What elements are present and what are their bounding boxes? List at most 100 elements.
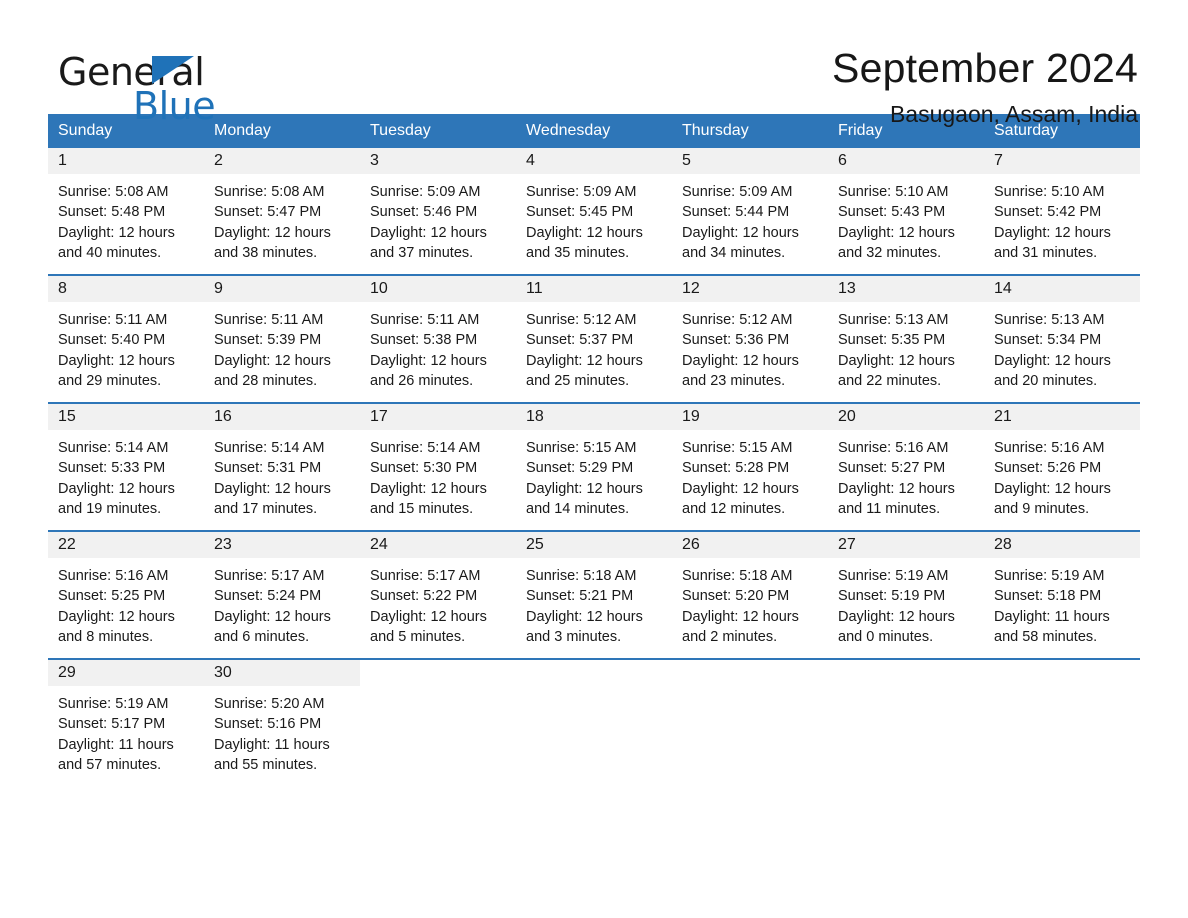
day-number[interactable]: 24 — [360, 532, 516, 558]
day-daylight2-text: and 20 minutes. — [994, 372, 1098, 389]
day-number[interactable]: 2 — [204, 148, 360, 174]
day-daylight2-text: and 32 minutes. — [838, 244, 942, 261]
day-cell[interactable]: Sunrise: 5:13 AM Sunset: 5:34 PM Daylight:… — [984, 302, 1140, 402]
day-sunrise-text: Sunrise: 5:08 AM — [214, 184, 325, 200]
day-number[interactable]: 15 — [48, 404, 204, 430]
day-sunrise-text: Sunrise: 5:19 AM — [58, 696, 169, 712]
day-cell[interactable]: Sunrise: 5:08 AM Sunset: 5:48 PM Daylight:… — [48, 174, 204, 274]
weekday-header-wednesday: Wednesday — [526, 122, 611, 139]
day-number-empty — [516, 660, 672, 686]
weekday-header-friday: Friday — [838, 122, 883, 139]
day-number[interactable]: 11 — [516, 276, 672, 302]
day-daylight1-text: Daylight: 12 hours — [838, 352, 955, 369]
day-cell[interactable]: Sunrise: 5:11 AM Sunset: 5:40 PM Daylight:… — [48, 302, 204, 402]
day-daylight1-text: Daylight: 12 hours — [994, 352, 1111, 369]
day-sunrise-text: Sunrise: 5:18 AM — [682, 568, 793, 584]
day-cell[interactable]: Sunrise: 5:09 AM Sunset: 5:46 PM Daylight:… — [360, 174, 516, 274]
day-cell[interactable]: Sunrise: 5:14 AM Sunset: 5:33 PM Daylight:… — [48, 430, 204, 530]
day-cell[interactable]: Sunrise: 5:19 AM Sunset: 5:18 PM Daylight:… — [984, 558, 1140, 658]
day-number[interactable]: 17 — [360, 404, 516, 430]
day-number-empty — [828, 660, 984, 686]
day-sunset-text: Sunset: 5:42 PM — [994, 204, 1102, 221]
day-sunset-text: Sunset: 5:18 PM — [994, 588, 1102, 605]
day-daylight1-text: Daylight: 12 hours — [994, 224, 1111, 241]
day-cell[interactable]: Sunrise: 5:11 AM Sunset: 5:38 PM Daylight:… — [360, 302, 516, 402]
day-sunset-text: Sunset: 5:45 PM — [526, 204, 634, 221]
day-cell[interactable]: Sunrise: 5:10 AM Sunset: 5:43 PM Daylight:… — [828, 174, 984, 274]
day-number[interactable]: 16 — [204, 404, 360, 430]
day-number[interactable]: 7 — [984, 148, 1140, 174]
day-number[interactable]: 18 — [516, 404, 672, 430]
day-daylight2-text: and 0 minutes. — [838, 628, 934, 645]
day-sunrise-text: Sunrise: 5:19 AM — [838, 568, 949, 584]
day-cell[interactable]: Sunrise: 5:13 AM Sunset: 5:35 PM Daylight:… — [828, 302, 984, 402]
day-daylight1-text: Daylight: 12 hours — [214, 224, 331, 241]
day-number[interactable]: 14 — [984, 276, 1140, 302]
day-sunrise-text: Sunrise: 5:20 AM — [214, 696, 325, 712]
day-cell[interactable]: Sunrise: 5:11 AM Sunset: 5:39 PM Daylight:… — [204, 302, 360, 402]
page-header: General Blue September 2024 Basugaon, As… — [48, 0, 1140, 127]
day-cell[interactable]: Sunrise: 5:16 AM Sunset: 5:25 PM Daylight:… — [48, 558, 204, 658]
day-number[interactable]: 23 — [204, 532, 360, 558]
day-cell[interactable]: Sunrise: 5:12 AM Sunset: 5:36 PM Daylight:… — [672, 302, 828, 402]
day-daylight2-text: and 40 minutes. — [58, 244, 162, 261]
day-number[interactable]: 4 — [516, 148, 672, 174]
day-daylight2-text: and 22 minutes. — [838, 372, 942, 389]
day-number[interactable]: 5 — [672, 148, 828, 174]
day-number-band: 15 16 17 18 19 20 21 — [48, 404, 1140, 430]
day-number[interactable]: 26 — [672, 532, 828, 558]
day-sunset-text: Sunset: 5:37 PM — [526, 332, 634, 349]
day-daylight1-text: Daylight: 12 hours — [58, 352, 175, 369]
day-cell[interactable]: Sunrise: 5:10 AM Sunset: 5:42 PM Daylight:… — [984, 174, 1140, 274]
day-sunrise-text: Sunrise: 5:13 AM — [838, 312, 949, 328]
day-cell[interactable]: Sunrise: 5:09 AM Sunset: 5:45 PM Daylight:… — [516, 174, 672, 274]
day-number[interactable]: 9 — [204, 276, 360, 302]
day-number[interactable]: 30 — [204, 660, 360, 686]
day-daylight2-text: and 31 minutes. — [994, 244, 1098, 261]
day-daylight1-text: Daylight: 12 hours — [838, 224, 955, 241]
day-number[interactable]: 19 — [672, 404, 828, 430]
day-cell[interactable]: Sunrise: 5:20 AM Sunset: 5:16 PM Daylight:… — [204, 686, 360, 786]
day-number[interactable]: 25 — [516, 532, 672, 558]
day-number[interactable]: 1 — [48, 148, 204, 174]
day-cell[interactable]: Sunrise: 5:16 AM Sunset: 5:26 PM Daylight:… — [984, 430, 1140, 530]
day-number[interactable]: 12 — [672, 276, 828, 302]
day-cell[interactable]: Sunrise: 5:09 AM Sunset: 5:44 PM Daylight:… — [672, 174, 828, 274]
day-daylight1-text: Daylight: 12 hours — [526, 480, 643, 497]
day-daylight2-text: and 38 minutes. — [214, 244, 318, 261]
day-number[interactable]: 20 — [828, 404, 984, 430]
day-sunset-text: Sunset: 5:25 PM — [58, 588, 166, 605]
day-cell[interactable]: Sunrise: 5:15 AM Sunset: 5:28 PM Daylight:… — [672, 430, 828, 530]
day-number[interactable]: 27 — [828, 532, 984, 558]
day-number[interactable]: 28 — [984, 532, 1140, 558]
day-number[interactable]: 6 — [828, 148, 984, 174]
day-cell[interactable]: Sunrise: 5:14 AM Sunset: 5:30 PM Daylight:… — [360, 430, 516, 530]
day-sunrise-text: Sunrise: 5:08 AM — [58, 184, 169, 200]
day-cell[interactable]: Sunrise: 5:17 AM Sunset: 5:22 PM Daylight:… — [360, 558, 516, 658]
day-cell[interactable]: Sunrise: 5:19 AM Sunset: 5:19 PM Daylight:… — [828, 558, 984, 658]
day-cell[interactable]: Sunrise: 5:14 AM Sunset: 5:31 PM Daylight:… — [204, 430, 360, 530]
day-number[interactable]: 3 — [360, 148, 516, 174]
day-cell[interactable]: Sunrise: 5:18 AM Sunset: 5:20 PM Daylight:… — [672, 558, 828, 658]
day-detail-row: Sunrise: 5:14 AM Sunset: 5:33 PM Daylight:… — [48, 430, 1140, 530]
day-cell[interactable]: Sunrise: 5:18 AM Sunset: 5:21 PM Daylight:… — [516, 558, 672, 658]
day-number[interactable]: 22 — [48, 532, 204, 558]
day-cell[interactable]: Sunrise: 5:17 AM Sunset: 5:24 PM Daylight:… — [204, 558, 360, 658]
day-number-band: 22 23 24 25 26 27 28 — [48, 532, 1140, 558]
day-cell[interactable]: Sunrise: 5:08 AM Sunset: 5:47 PM Daylight:… — [204, 174, 360, 274]
calendar-week-row: 1 2 3 4 5 6 7 Sunrise: 5:08 AM Sunset: 5:48 PM Da… — [48, 148, 1140, 274]
day-number[interactable]: 21 — [984, 404, 1140, 430]
day-number[interactable]: 29 — [48, 660, 204, 686]
calendar-week-row: 22 23 24 25 26 27 28 Sunrise: 5:16 AM Sunset: 5:… — [48, 530, 1140, 658]
day-cell[interactable]: Sunrise: 5:19 AM Sunset: 5:17 PM Daylight:… — [48, 686, 204, 786]
logo-text-blue: Blue — [133, 84, 216, 128]
day-cell[interactable]: Sunrise: 5:15 AM Sunset: 5:29 PM Daylight:… — [516, 430, 672, 530]
day-daylight1-text: Daylight: 12 hours — [370, 608, 487, 625]
day-daylight2-text: and 29 minutes. — [58, 372, 162, 389]
day-number[interactable]: 13 — [828, 276, 984, 302]
day-number[interactable]: 10 — [360, 276, 516, 302]
day-number[interactable]: 8 — [48, 276, 204, 302]
day-cell[interactable]: Sunrise: 5:16 AM Sunset: 5:27 PM Daylight:… — [828, 430, 984, 530]
day-cell[interactable]: Sunrise: 5:12 AM Sunset: 5:37 PM Daylight:… — [516, 302, 672, 402]
day-cell-empty — [984, 686, 1140, 786]
